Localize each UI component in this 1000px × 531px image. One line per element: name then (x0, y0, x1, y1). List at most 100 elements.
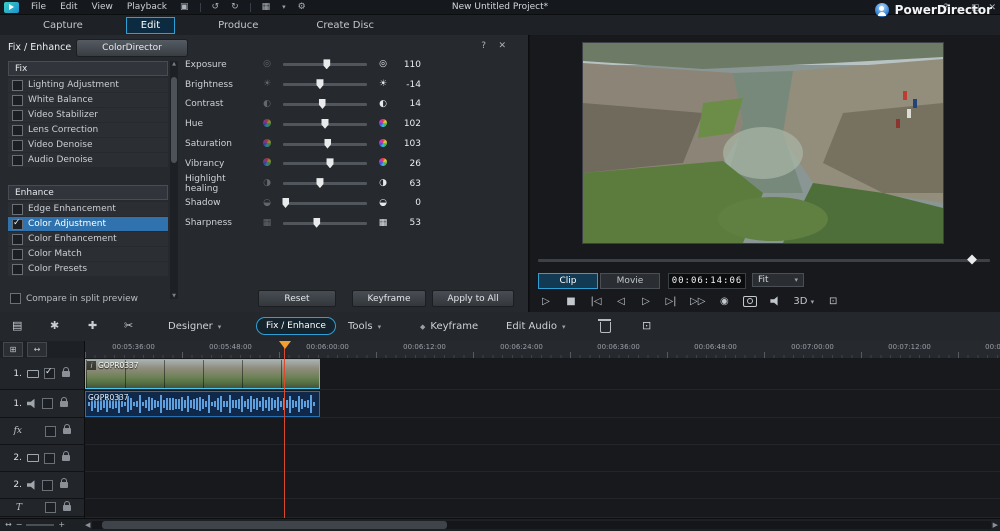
redo-icon[interactable]: ↻ (230, 2, 240, 12)
seekbar-thumb[interactable] (967, 255, 977, 265)
track-manager-button[interactable]: ⊞ (3, 342, 23, 357)
panel-help-icon[interactable]: ? (481, 41, 486, 51)
chevron-down-icon[interactable]: ▾ (281, 3, 287, 11)
room-export-icon[interactable]: ⊡ (642, 319, 651, 332)
tools-dropdown[interactable]: Tools ▾ (348, 321, 381, 332)
item-checkbox[interactable] (12, 234, 23, 245)
split-scissors-icon[interactable]: ✂ (124, 319, 133, 332)
fix-enhance-button[interactable]: Fix / Enhance (256, 317, 336, 335)
slider-thumb[interactable] (316, 79, 323, 89)
slider-track[interactable] (283, 202, 367, 205)
fix-item[interactable]: Video Denoise (8, 138, 168, 152)
reset-button[interactable]: Reset (258, 290, 336, 307)
tab-clip[interactable]: Clip (538, 273, 598, 289)
lock-icon[interactable] (60, 401, 68, 407)
playhead-marker[interactable] (279, 341, 291, 349)
designer-dropdown[interactable]: Designer ▾ (168, 321, 221, 332)
lock-icon[interactable] (62, 455, 70, 461)
timecode-display[interactable]: 00:06:14:06 (668, 273, 746, 289)
track-enable-checkbox[interactable] (44, 368, 55, 379)
save-icon[interactable]: ▣ (179, 2, 190, 12)
scrollbar-track[interactable] (92, 521, 990, 529)
fx-track-lane[interactable] (85, 418, 1000, 445)
slider-track[interactable] (283, 162, 367, 165)
fix-item[interactable]: White Balance (8, 93, 168, 107)
item-checkbox[interactable] (12, 219, 23, 230)
enhance-group-header[interactable]: Enhance (8, 185, 168, 200)
track-manager-icon[interactable]: ▤ (12, 319, 22, 332)
apply-to-all-button[interactable]: Apply to All (432, 290, 514, 307)
slider-track[interactable] (283, 83, 367, 86)
timeline-ruler[interactable]: 00:05:36:0000:05:48:0000:06:00:0000:06:1… (85, 341, 1000, 359)
fix-item[interactable]: Lighting Adjustment (8, 78, 168, 92)
track-enable-checkbox[interactable] (42, 480, 53, 491)
fix-item[interactable]: Lens Correction (8, 123, 168, 137)
zoom-fit-dropdown[interactable]: Fit ▾ (752, 273, 804, 287)
slider-track[interactable] (283, 222, 367, 225)
enhance-item[interactable]: Edge Enhancement (8, 202, 168, 216)
fit-timeline-icon[interactable]: ↔ (5, 520, 12, 529)
settings-gear-icon[interactable]: ⚙ (297, 2, 307, 12)
menu-view[interactable]: View (90, 2, 115, 12)
slider-thumb[interactable] (313, 218, 320, 228)
snapshot-camera-icon[interactable] (743, 296, 757, 307)
capture-button[interactable]: ◉ (718, 296, 730, 307)
volume-speaker-icon[interactable] (770, 296, 780, 306)
step-forward-button[interactable]: ▷ (640, 296, 652, 307)
scrollbar-thumb[interactable] (171, 77, 177, 163)
enhance-item[interactable]: Color Match (8, 247, 168, 261)
video-preview[interactable] (582, 42, 944, 244)
track-enable-checkbox[interactable] (45, 426, 56, 437)
edit-audio-dropdown[interactable]: Edit Audio ▾ (506, 321, 565, 332)
title-track-lane[interactable] (85, 499, 1000, 518)
preview-seekbar[interactable] (538, 259, 990, 262)
mode-tab[interactable]: Produce (203, 17, 273, 34)
undo-icon[interactable]: ↺ (211, 2, 221, 12)
slider-track[interactable] (283, 123, 367, 126)
slider-thumb[interactable] (327, 158, 334, 168)
compare-split-preview[interactable]: Compare in split preview (10, 293, 138, 304)
item-checkbox[interactable] (12, 125, 23, 136)
item-checkbox[interactable] (12, 80, 23, 91)
next-clip-button[interactable]: ▷| (665, 296, 677, 307)
mode-tab[interactable]: Edit (126, 17, 175, 34)
item-checkbox[interactable] (12, 95, 23, 106)
fix-group-header[interactable]: Fix (8, 61, 168, 76)
align-move-icon[interactable]: ✚ (88, 319, 97, 332)
video-track-2-lane[interactable] (85, 445, 1000, 472)
slider-thumb[interactable] (282, 198, 289, 208)
item-checkbox[interactable] (12, 140, 23, 151)
preview-window-button[interactable]: ⊡ (827, 296, 839, 307)
zoom-slider[interactable] (26, 524, 54, 526)
lock-icon[interactable] (63, 428, 71, 434)
fast-forward-button[interactable]: ▷▷ (690, 296, 705, 307)
audio-track-2-lane[interactable] (85, 472, 1000, 499)
fix-item[interactable]: Video Stabilizer (8, 108, 168, 122)
zoom-in-button[interactable]: + (58, 520, 65, 529)
scroll-up-icon[interactable]: ▲ (172, 61, 176, 67)
item-checkbox[interactable] (12, 249, 23, 260)
stop-button[interactable]: ■ (565, 296, 577, 307)
slider-thumb[interactable] (324, 139, 331, 149)
item-checkbox[interactable] (12, 264, 23, 275)
list-scrollbar[interactable]: ▲ ▼ (170, 61, 178, 299)
step-back-button[interactable]: ◁ (615, 296, 627, 307)
range-select-button[interactable]: ↔ (27, 342, 47, 357)
slider-track[interactable] (283, 103, 367, 106)
slider-thumb[interactable] (316, 178, 323, 188)
magnet-snap-icon[interactable]: ✱ (50, 319, 59, 332)
track-enable-checkbox[interactable] (44, 453, 55, 464)
keyframe-button[interactable]: Keyframe (352, 290, 426, 307)
scroll-right-icon[interactable]: ▶ (993, 521, 998, 529)
trash-icon[interactable] (600, 322, 611, 333)
slider-thumb[interactable] (322, 119, 329, 129)
menu-edit[interactable]: Edit (58, 2, 79, 12)
panel-close-icon[interactable]: ✕ (498, 41, 506, 51)
track-enable-checkbox[interactable] (42, 398, 53, 409)
previous-clip-button[interactable]: |◁ (590, 296, 602, 307)
slider-track[interactable] (283, 63, 367, 66)
grid-icon[interactable]: ▦ (261, 2, 272, 12)
mode-tab[interactable]: Create Disc (301, 17, 389, 34)
track-enable-checkbox[interactable] (45, 502, 56, 513)
enhance-item[interactable]: Color Enhancement (8, 232, 168, 246)
